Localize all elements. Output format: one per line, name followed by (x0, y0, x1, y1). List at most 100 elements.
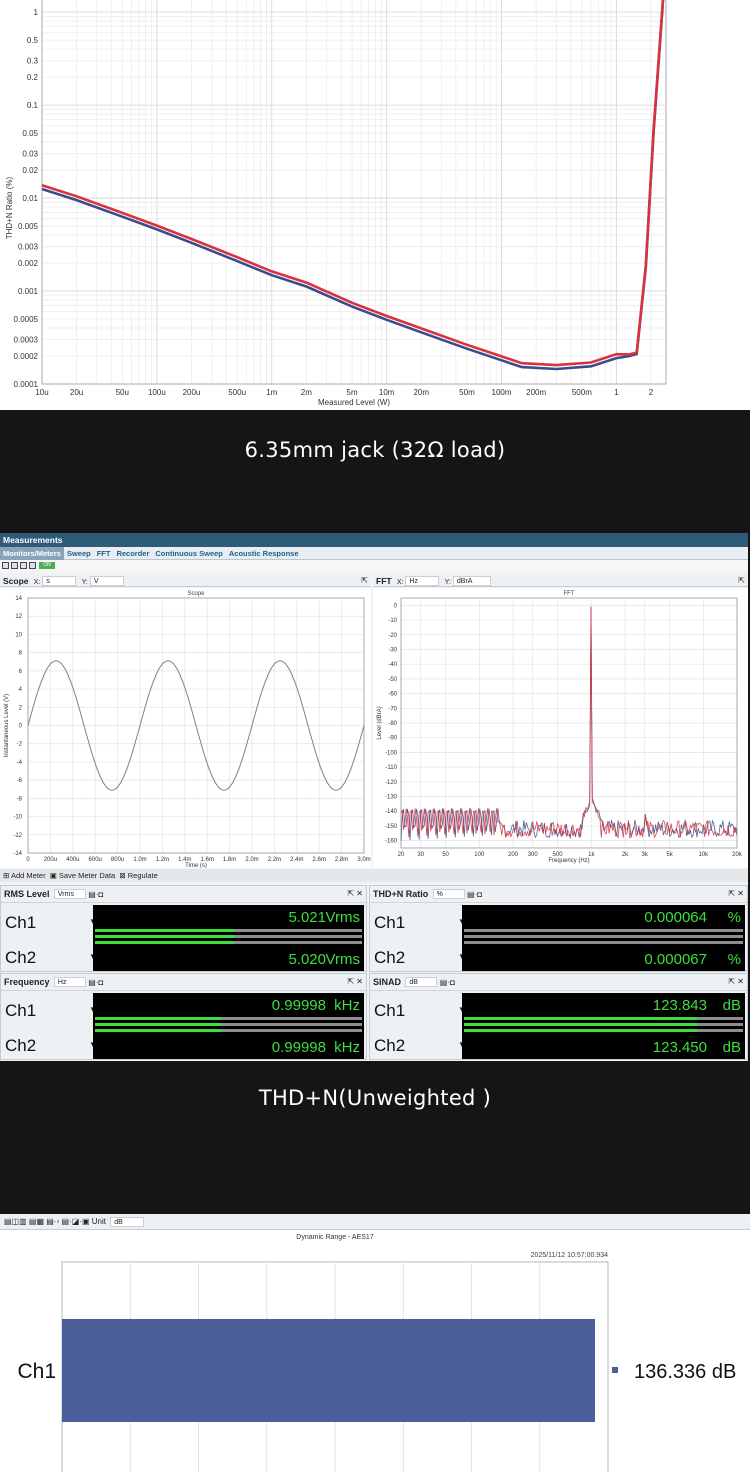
y-tick-label: -14 (13, 851, 22, 857)
x-tick-label: 2 (649, 388, 654, 397)
meter-display: 123.843 dB 123.450 dB (462, 993, 745, 1059)
x-tick-label: 1.0m (133, 857, 146, 863)
tab-fft[interactable]: FFT (94, 547, 114, 560)
save-meter-label: Save Meter Data (58, 871, 116, 880)
dr-unit-select[interactable]: dB (110, 1217, 145, 1227)
dr-toolbar-icons[interactable]: ▤◫▥ ▤▦ ▤·▫ ▤·◪·▣ (4, 1217, 90, 1226)
y-axis-label: Instantaneous Level (V) (4, 694, 10, 757)
layout3-icon[interactable] (20, 562, 27, 569)
meter-settings-icon[interactable]: ▤·◘ (88, 890, 103, 899)
x-tick-label: 500u (228, 388, 246, 397)
save-meter-data-button[interactable]: ▣ Save Meter Data (50, 871, 115, 880)
bar-track (464, 935, 743, 938)
fft-x-select[interactable]: Hz (405, 576, 440, 586)
tab-continuous-sweep[interactable]: Continuous Sweep (152, 547, 226, 560)
thdn-vs-level-chart: 1 0.5 0.3 0.2 0.1 0.05 0.03 0.02 0.01 0.005 0.003 0… (0, 0, 750, 410)
y-tick-label: 1 (34, 8, 39, 17)
tab-recorder[interactable]: Recorder (113, 547, 152, 560)
y-tick-label: -130 (385, 795, 398, 801)
x-tick-label: 200u (183, 388, 201, 397)
fft-plot-title: FFT (564, 591, 575, 597)
y-tick-label: 0.0005 (14, 315, 39, 324)
x-tick-label: 100m (492, 388, 512, 397)
channel-label: Ch1 (374, 913, 406, 932)
meter-unit-select[interactable]: Hz (53, 977, 86, 987)
meter-thd-n-ratio: THD+N Ratio % ▤·◘⇱ ✕Ch1▼Ch2▼0.000064%0.0… (369, 885, 748, 972)
x-tick-label: 200u (44, 857, 57, 863)
x-axis-label: Time (s) (185, 863, 207, 868)
legend-marker (612, 1367, 618, 1373)
dr-chart: Dynamic Range - AES17 2025/11/12 10:57:00… (17, 1234, 736, 1472)
x-axis-label: Measured Level (W) (318, 398, 390, 407)
scope-plot-title: Scope (187, 591, 205, 597)
scope-y-select[interactable]: V (89, 576, 124, 586)
meter-unit-select[interactable]: dB (405, 977, 438, 987)
scope-bg (0, 588, 371, 868)
x-tick-label: 300 (528, 852, 539, 858)
scope-y-label: Y: (81, 579, 88, 586)
series-red-line (41, 0, 665, 367)
y-tick-label: 10 (15, 632, 22, 638)
bar-fill-ch2 (464, 1029, 697, 1032)
fft-panel-header: FFT X: Hz Y: dBrA ⇱ (373, 574, 748, 587)
scope-x-select[interactable]: s (42, 576, 77, 586)
y-tick-label: -150 (385, 824, 398, 830)
y-tick-label: 0.005 (18, 222, 39, 231)
y-tick-label: -20 (388, 633, 397, 639)
channel-label: Ch2 (374, 1036, 406, 1055)
x-tick-label: 100 (474, 852, 485, 858)
tab-monitors[interactable]: Monitors/Meters (0, 547, 64, 560)
meter-window-icons[interactable]: ⇱ ✕ (728, 977, 744, 986)
y-tick-label: -40 (388, 662, 397, 668)
meter-window-icons[interactable]: ⇱ ✕ (347, 977, 363, 986)
meter-unit-select[interactable]: % (432, 889, 465, 899)
toolbar: ON (0, 560, 748, 571)
ch1-value: 5.021 (288, 909, 326, 926)
y-tick-label: 0.02 (22, 166, 38, 175)
meter-window-icons[interactable]: ⇱ ✕ (728, 889, 744, 898)
on-toggle[interactable]: ON (39, 562, 55, 569)
meter-title: SINAD (373, 977, 402, 987)
meter-title: THD+N Ratio (373, 889, 429, 899)
tab-sweep[interactable]: Sweep (64, 547, 94, 560)
y-tick-label: 0.01 (22, 194, 38, 203)
y-tick-label: 0.5 (27, 36, 39, 45)
y-tick-label: 0.003 (18, 243, 39, 252)
x-tick-label: 10k (698, 852, 709, 858)
bar-fill-ch1 (95, 1017, 221, 1020)
x-tick-label: 2.2m (268, 857, 281, 863)
meter-settings-icon[interactable]: ▤·◘ (467, 890, 482, 899)
x-tick-label: 20m (413, 388, 429, 397)
plot-frame (41, 0, 667, 385)
x-tick-label: 30 (417, 852, 424, 858)
ch2-unit: dB (722, 1039, 741, 1056)
bar-fill-mid (95, 1023, 221, 1026)
popout-icon[interactable]: ⇱ (361, 576, 368, 585)
channel-label: Ch1 (5, 1001, 37, 1020)
y-tick-label: -4 (17, 760, 23, 766)
x-tick-label: 3k (642, 852, 649, 858)
meter-window-icons[interactable]: ⇱ ✕ (347, 889, 363, 898)
meter-settings-icon[interactable]: ▤·◘ (440, 978, 455, 987)
tab-acoustic-response[interactable]: Acoustic Response (226, 547, 302, 560)
y-tick-label: 0.05 (22, 129, 38, 138)
meter-rms-level: RMS Level Vrms ▤·◘⇱ ✕Ch1▼Ch2▼5.021Vrms5.… (0, 885, 367, 972)
x-axis-label: Frequency (Hz) (548, 858, 589, 864)
layout4-icon[interactable] (29, 562, 36, 569)
level-bars (462, 1017, 745, 1035)
window-title: Measurements (0, 533, 748, 547)
y-tick-label: 12 (15, 614, 22, 620)
y-tick-label: -50 (388, 677, 397, 683)
layout-icon[interactable] (2, 562, 9, 569)
dr-toolbar: ▤◫▥ ▤▦ ▤·▫ ▤·◪·▣ Unit dB (0, 1214, 750, 1230)
fft-y-select[interactable]: dBrA (452, 576, 491, 586)
fft-x-label: X: (396, 579, 404, 586)
layout2-icon[interactable] (11, 562, 18, 569)
add-meter-button[interactable]: ⊞ Add Meter (3, 871, 46, 880)
meter-settings-icon[interactable]: ▤·◘ (88, 978, 103, 987)
popout-icon[interactable]: ⇱ (738, 576, 745, 585)
fft-title: FFT (376, 576, 392, 586)
meter-unit-select[interactable]: Vrms (53, 889, 86, 899)
regulate-button[interactable]: ⊠ Regulate (119, 871, 157, 880)
regulate-label: Regulate (127, 871, 158, 880)
